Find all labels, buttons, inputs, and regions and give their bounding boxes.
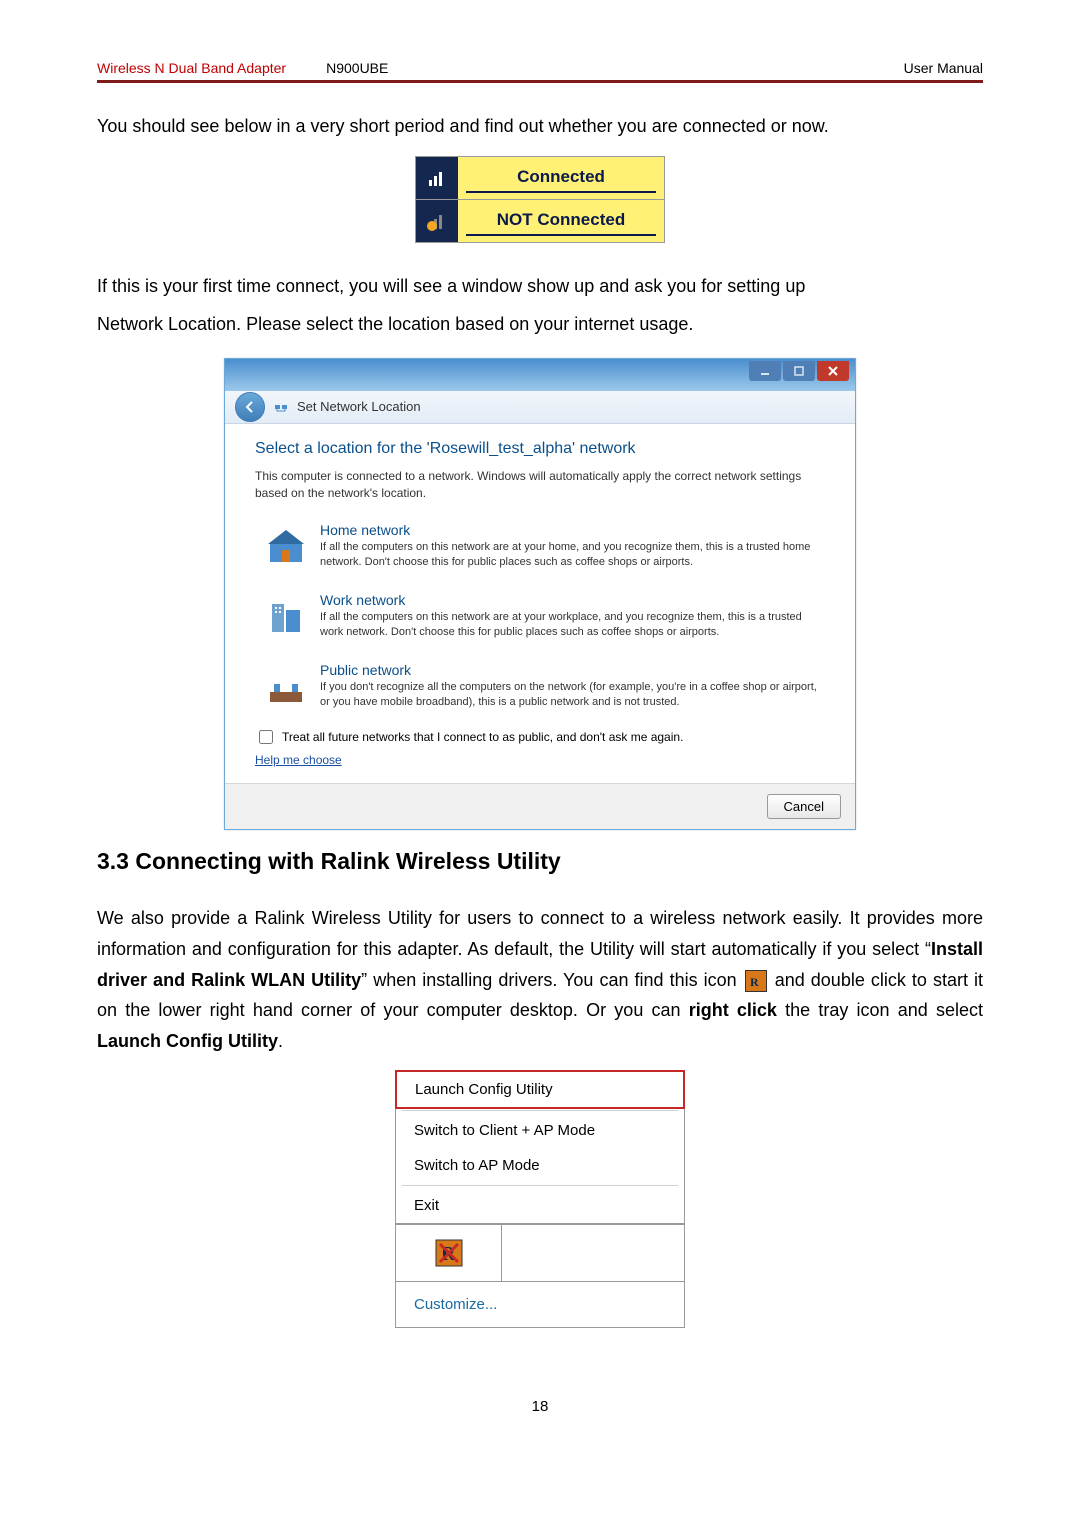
signal-warning-icon bbox=[416, 200, 458, 242]
dialog-subtext: This computer is connected to a network.… bbox=[255, 468, 825, 502]
home-network-title: Home network bbox=[320, 522, 818, 538]
header-product: Wireless N Dual Band Adapter bbox=[97, 60, 286, 76]
menu-customize[interactable]: Customize... bbox=[395, 1282, 685, 1328]
page-header: Wireless N Dual Band Adapter N900UBE Use… bbox=[97, 60, 983, 83]
menu-separator bbox=[402, 1185, 678, 1186]
menu-launch-config-utility[interactable]: Launch Config Utility bbox=[395, 1070, 685, 1109]
menu-switch-client-ap[interactable]: Switch to Client + AP Mode bbox=[396, 1113, 684, 1148]
network-option-home[interactable]: Home network If all the computers on thi… bbox=[255, 515, 825, 579]
public-network-title: Public network bbox=[320, 662, 818, 678]
ralink-tray-large-icon[interactable]: R bbox=[396, 1225, 502, 1281]
work-network-icon bbox=[262, 592, 310, 640]
section-paragraph: We also provide a Ralink Wireless Utilit… bbox=[97, 903, 983, 1056]
status-not-connected-label: NOT Connected bbox=[466, 206, 656, 236]
public-network-icon bbox=[262, 662, 310, 710]
treat-as-public-checkbox-row[interactable]: Treat all future networks that I connect… bbox=[255, 727, 825, 747]
menu-separator bbox=[402, 1110, 678, 1111]
dialog-title: Set Network Location bbox=[297, 399, 421, 414]
section-heading: 3.3 Connecting with Ralink Wireless Util… bbox=[97, 848, 983, 875]
network-option-work[interactable]: Work network If all the computers on thi… bbox=[255, 585, 825, 649]
work-network-desc: If all the computers on this network are… bbox=[320, 610, 818, 640]
home-network-icon bbox=[262, 522, 310, 570]
public-network-desc: If you don't recognize all the computers… bbox=[320, 680, 818, 710]
treat-as-public-label: Treat all future networks that I connect… bbox=[282, 730, 683, 744]
dialog-heading: Select a location for the 'Rosewill_test… bbox=[255, 440, 825, 458]
page-number: 18 bbox=[97, 1398, 983, 1415]
treat-as-public-checkbox[interactable] bbox=[259, 730, 273, 744]
header-model: N900UBE bbox=[326, 60, 388, 76]
status-connected-row: Connected bbox=[416, 157, 664, 199]
menu-exit[interactable]: Exit bbox=[396, 1188, 684, 1223]
help-me-choose-link[interactable]: Help me choose bbox=[255, 753, 342, 767]
menu-switch-ap[interactable]: Switch to AP Mode bbox=[396, 1148, 684, 1183]
back-button[interactable] bbox=[235, 392, 265, 422]
work-network-title: Work network bbox=[320, 592, 818, 608]
cancel-button[interactable]: Cancel bbox=[767, 794, 841, 819]
set-network-location-dialog: Set Network Location Select a location f… bbox=[224, 358, 856, 831]
status-not-connected-row: NOT Connected bbox=[416, 199, 664, 242]
tray-context-menu: Launch Config Utility Switch to Client +… bbox=[395, 1070, 685, 1328]
dialog-breadcrumb-bar: Set Network Location bbox=[225, 391, 855, 424]
home-network-desc: If all the computers on this network are… bbox=[320, 540, 818, 570]
dialog-titlebar bbox=[225, 359, 855, 391]
network-location-icon bbox=[273, 399, 289, 415]
window-close-button[interactable] bbox=[817, 361, 849, 381]
svg-text:R: R bbox=[750, 975, 759, 988]
window-minimize-button[interactable] bbox=[749, 361, 781, 381]
signal-bars-icon bbox=[416, 157, 458, 199]
intro-text-2b: Network Location. Please select the loca… bbox=[97, 309, 983, 340]
connection-status-graphic: Connected NOT Connected bbox=[415, 156, 665, 243]
header-doctype: User Manual bbox=[904, 60, 983, 76]
ralink-tray-icon: R bbox=[745, 970, 767, 992]
tray-icon-area: R bbox=[395, 1224, 685, 1282]
status-connected-label: Connected bbox=[466, 163, 656, 193]
network-option-public[interactable]: Public network If you don't recognize al… bbox=[255, 655, 825, 719]
intro-text-2a: If this is your first time connect, you … bbox=[97, 271, 983, 302]
window-maximize-button[interactable] bbox=[783, 361, 815, 381]
intro-text-1: You should see below in a very short per… bbox=[97, 111, 983, 142]
